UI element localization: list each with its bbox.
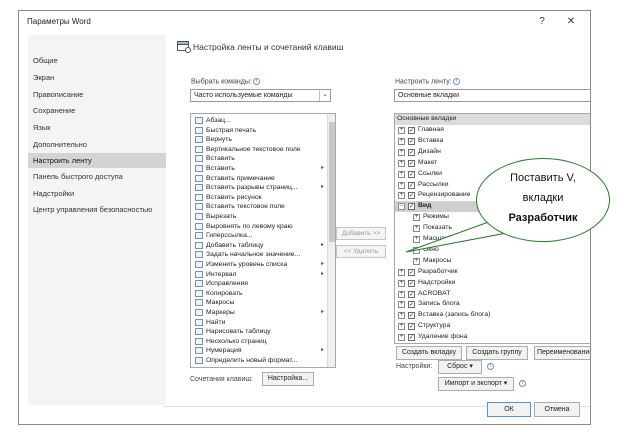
- callout-line-3: Разработчик: [508, 212, 578, 224]
- callout-text: Поставить V, вкладки Разработчик: [476, 168, 610, 228]
- callout-line-1: Поставить V,: [510, 172, 576, 184]
- callout-line-2: вкладки: [522, 192, 564, 204]
